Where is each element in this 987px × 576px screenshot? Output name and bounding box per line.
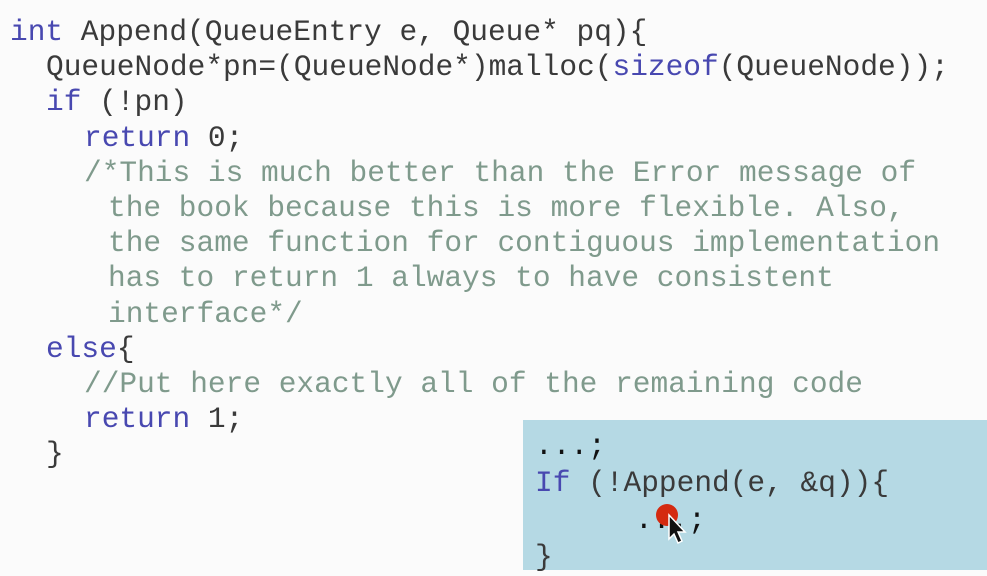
code-text: {	[116, 331, 135, 366]
usage-example-box: ...; If (!Append(e, &q)){ ...; }	[523, 420, 987, 574]
comment-line: //Put here exactly all of the remaining …	[84, 366, 863, 401]
code-line: QueueNode*pn=(QueueNode*)malloc(sizeof(Q…	[10, 50, 949, 85]
mouse-pointer-icon	[656, 504, 687, 545]
code-text: 0;	[190, 120, 244, 155]
code-text: (!Append(e, &q)){	[570, 466, 890, 500]
comment-line: the book because this is more flexible. …	[108, 190, 905, 225]
code-line: int Append(QueueEntry e, Queue* pq){	[10, 15, 949, 50]
code-text: 1;	[190, 402, 244, 437]
keyword: else	[46, 331, 117, 366]
code-line: return 0;	[10, 121, 949, 156]
comment-line: the same function for contiguous impleme…	[108, 226, 941, 261]
comment-line: has to return 1 always to have consisten…	[108, 261, 834, 296]
keyword: if	[46, 85, 82, 120]
code-line: ...;	[535, 429, 606, 463]
code-listing: int Append(QueueEntry e, Queue* pq){ Que…	[10, 15, 949, 472]
code-line: ...;	[535, 502, 987, 539]
code-line: If (!Append(e, &q)){	[535, 465, 987, 502]
code-line: else{	[10, 332, 949, 367]
keyword: return	[84, 120, 191, 155]
keyword: return	[84, 402, 191, 437]
comment-line: /*This is much better than the Error mes…	[84, 155, 917, 190]
comment-line: interface*/	[108, 296, 303, 331]
code-text: (!pn)	[81, 85, 188, 120]
keyword: If	[535, 466, 571, 500]
keyword: int	[10, 15, 64, 49]
code-text: }	[46, 437, 64, 472]
code-text: Append(QueueEntry e, Queue* pq){	[63, 15, 648, 49]
code-text: (QueueNode));	[718, 50, 949, 85]
code-text: QueueNode*pn=(QueueNode*)malloc(	[46, 50, 613, 85]
keyword: sizeof	[612, 50, 719, 85]
code-line: }	[535, 540, 553, 574]
code-line: if (!pn)	[10, 85, 949, 120]
